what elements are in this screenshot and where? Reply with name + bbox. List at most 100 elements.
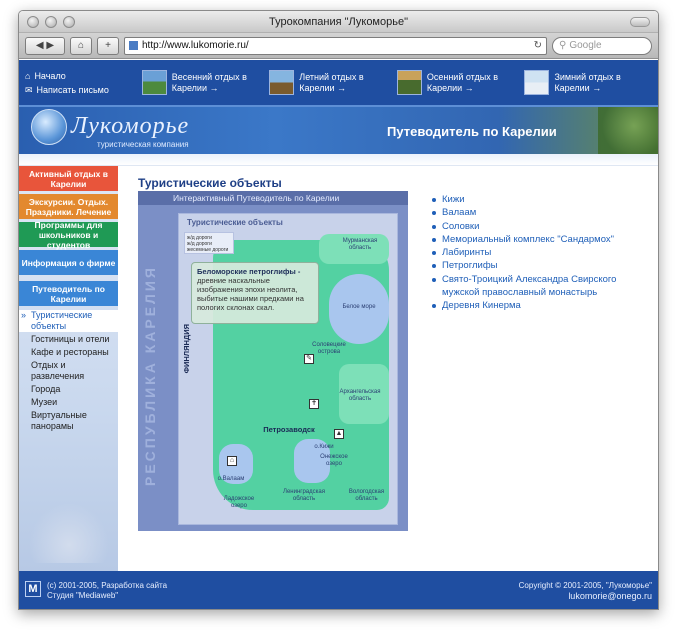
valaam-marker-icon[interactable]: ⌂ <box>227 456 237 466</box>
footer-right: Copyright © 2001-2005, "Лукоморье" lukom… <box>519 581 652 601</box>
map-tooltip: Беломорские петроглифы - древние наскаль… <box>191 262 319 324</box>
menu-excursions[interactable]: Экскурсии. Отдых. Праздники. Лечение <box>19 194 118 219</box>
search-icon: ⚲ <box>559 40 567 51</box>
forward-icon[interactable]: ▶ <box>46 40 54 51</box>
object-link-kinerma[interactable]: Деревня Кинерма <box>432 299 648 312</box>
footer-credit-line2[interactable]: Студия "Mediaweb" <box>47 591 167 601</box>
promo-winter[interactable]: Зимний отдых в Карелии → <box>524 70 652 95</box>
url-text: http://www.lukomorie.ru/ <box>142 40 249 51</box>
banner-divider <box>19 154 658 166</box>
kizhi-marker-icon[interactable]: ▲ <box>334 429 344 439</box>
spring-thumbnail <box>141 70 167 95</box>
winter-thumbnail <box>524 70 550 95</box>
submenu-item-cities[interactable]: Города <box>31 384 118 395</box>
petroglyph-marker-icon[interactable]: ✎ <box>304 354 314 364</box>
object-link-sandarmokh[interactable]: Мемориальный комплекс "Сандармох" <box>432 233 648 246</box>
home-icon: ⌂ <box>25 70 31 81</box>
window-title: Турокомпания "Лукоморье" <box>269 16 408 28</box>
toolbar-toggle-button[interactable] <box>630 17 650 27</box>
menu-active-rest[interactable]: Активный отдых в Карелии <box>19 166 118 191</box>
window-controls <box>27 16 75 28</box>
submenu-item-leisure[interactable]: Отдых и развлечения <box>31 360 118 382</box>
object-link-solovki[interactable]: Соловки <box>432 220 648 233</box>
footer-credit-line1: (с) 2001-2005, Разработка сайта <box>47 581 168 590</box>
minimize-window-button[interactable] <box>45 16 57 28</box>
promo-autumn[interactable]: Осенний отдых в Карелии → <box>396 70 525 95</box>
summer-thumbnail <box>269 70 295 95</box>
tooltip-text: древние наскальные изображения эпохи нео… <box>197 276 304 312</box>
church-image <box>29 503 109 563</box>
label-murmansk: Мурманская область <box>342 238 378 251</box>
submenu-item-tourist-objects[interactable]: Туристические объекты <box>19 310 118 332</box>
menu-guide[interactable]: Путеводитель по Карелии <box>19 281 118 306</box>
interactive-map-panel: Интерактивный Путеводитель по Карелии РЕ… <box>138 191 408 531</box>
mediaweb-logo-icon[interactable]: M <box>25 581 41 597</box>
address-bar[interactable]: http://www.lukomorie.ru/ ↻ <box>124 36 547 55</box>
browser-toolbar: ◀ ▶ ⌂ + http://www.lukomorie.ru/ ↻ ⚲ Goo… <box>19 33 658 59</box>
tourist-objects-list: Кижи Валаам Соловки Мемориальный комплек… <box>432 193 648 313</box>
footer-left: M (с) 2001-2005, Разработка сайта Студия… <box>25 581 167 601</box>
search-placeholder: Google <box>569 40 602 51</box>
main-content: Туристические объекты Интерактивный Путе… <box>138 176 648 531</box>
map-legend: ж/д дороги ж/д дороги жесемные дороги <box>184 232 234 254</box>
back-icon[interactable]: ◀ <box>36 40 44 51</box>
footer-email-link[interactable]: lukomorie@onego.ru <box>519 591 652 601</box>
submenu-item-panoramas[interactable]: Виртуальные панорамы <box>31 410 118 432</box>
label-valaam: о.Валаам <box>217 476 245 482</box>
object-link-labyrinths[interactable]: Лабиринты <box>432 246 648 259</box>
label-onega: Онежское озеро <box>320 454 348 467</box>
search-field[interactable]: ⚲ Google <box>552 36 652 55</box>
submenu-item-museums[interactable]: Музеи <box>31 397 118 408</box>
object-link-kizhi[interactable]: Кижи <box>432 193 648 206</box>
browser-window: Турокомпания "Лукоморье" ◀ ▶ ⌂ + http://… <box>18 10 659 610</box>
map-header: Интерактивный Путеводитель по Карелии <box>138 191 408 205</box>
map-vertical-label: РЕСПУБЛИКА КАРЕЛИЯ <box>142 265 158 487</box>
label-islands: Соловецкие острова <box>312 342 346 355</box>
home-icon: ⌂ <box>77 40 85 51</box>
section-heading: Путеводитель по Карелии <box>387 124 557 139</box>
page-favicon-icon <box>129 41 138 50</box>
submenu-item-hotels[interactable]: Гостиницы и отели <box>31 334 118 345</box>
reload-icon[interactable]: ↻ <box>534 40 542 51</box>
globe-logo-icon <box>31 109 67 145</box>
top-navigation: ⌂ Начало ✉ Написать письмо Весенний отдых … <box>19 60 658 105</box>
zoom-window-button[interactable] <box>63 16 75 28</box>
label-leningrad: Ленинградская область <box>283 489 325 502</box>
tooltip-title: Беломорские петроглифы - <box>197 267 301 276</box>
home-button[interactable]: ⌂ <box>70 36 92 55</box>
menu-company-info[interactable]: Информация о фирме <box>19 250 118 275</box>
site-footer: M (с) 2001-2005, Разработка сайта Студия… <box>19 571 658 609</box>
label-vologda: Вологодская область <box>348 489 385 502</box>
site-banner: Лукоморье туристическая компания Путевод… <box>19 105 658 154</box>
karelia-map[interactable]: Туристические объекты ж/д дороги ж/д дор… <box>178 213 398 525</box>
sidebar: Активный отдых в Карелии Экскурсии. Отды… <box>19 166 118 571</box>
promo-summer[interactable]: Летний отдых в Карелии → <box>269 70 397 95</box>
label-kizhi: о.Кижи <box>314 444 334 450</box>
guide-submenu: Туристические объекты Гостиницы и отели … <box>19 310 118 432</box>
object-link-monastery[interactable]: Свято-Троицкий Александра Свирского мужс… <box>432 273 648 300</box>
promo-spring[interactable]: Весенний отдых в Карелии → <box>141 70 270 95</box>
label-arkhangelsk: Архангельская область <box>339 389 381 402</box>
label-ladoga: Ладожское озеро <box>223 496 255 509</box>
envelope-icon: ✉ <box>25 84 33 95</box>
object-link-petroglyphs[interactable]: Петроглифы <box>432 259 648 272</box>
monastery-marker-icon[interactable]: ✝ <box>309 399 319 409</box>
site-logo[interactable]: Лукоморье <box>71 113 189 140</box>
label-petrozavodsk: Петрозаводск <box>263 425 315 434</box>
title-bar: Турокомпания "Лукоморье" <box>19 11 658 33</box>
mail-link[interactable]: ✉ Написать письмо <box>25 83 142 97</box>
autumn-thumbnail <box>396 70 422 95</box>
page-title: Туристические объекты <box>138 176 282 190</box>
home-link[interactable]: ⌂ Начало <box>25 69 142 83</box>
label-finland: ФИНЛЯНДИЯ <box>182 324 191 374</box>
back-forward-buttons[interactable]: ◀ ▶ <box>25 36 65 55</box>
top-links: ⌂ Начало ✉ Написать письмо <box>25 69 142 97</box>
close-window-button[interactable] <box>27 16 39 28</box>
trees-image <box>598 107 658 154</box>
submenu-item-cafes[interactable]: Кафе и рестораны <box>31 347 118 358</box>
object-link-valaam[interactable]: Валаам <box>432 206 648 219</box>
logo-subtitle: туристическая компания <box>97 140 189 149</box>
add-bookmark-button[interactable]: + <box>97 36 119 55</box>
menu-school-programs[interactable]: Программы для школьников и студентов <box>19 220 118 250</box>
label-white-sea: Белое море <box>342 304 376 310</box>
